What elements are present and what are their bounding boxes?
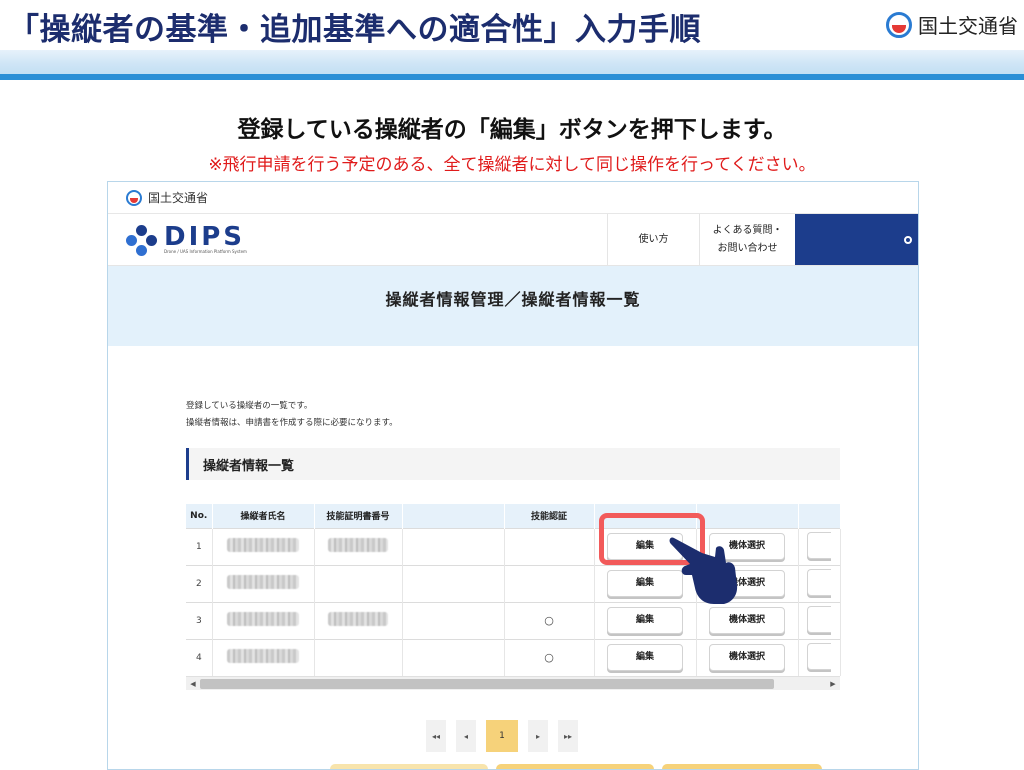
blank-cell (402, 564, 505, 602)
bottom-button-2[interactable] (496, 764, 654, 769)
col-blank (402, 504, 505, 528)
table-row: 4 ○ 編集 機体選択 (186, 638, 841, 676)
extra-cell (798, 527, 841, 565)
page-last-button[interactable]: ▸▸ (558, 720, 578, 752)
extra-cell (798, 601, 841, 639)
extra-button[interactable] (807, 605, 831, 633)
redacted-name (227, 649, 299, 664)
extra-button[interactable] (807, 531, 831, 559)
row-no: 2 (186, 564, 213, 602)
blank-cell (402, 638, 505, 676)
table-row: 1 編集 機体選択 (186, 527, 841, 565)
mlit-logo-icon (886, 11, 912, 38)
mlit-small-logo-icon (126, 189, 142, 206)
extra-cell (798, 564, 841, 602)
redacted-cert-number (328, 538, 388, 552)
scroll-right-icon[interactable]: ▶ (826, 680, 840, 688)
nav-user-menu[interactable] (795, 214, 918, 265)
header-band (0, 50, 1024, 80)
operator-name (212, 601, 315, 639)
cert-mark (504, 564, 595, 602)
cert-number (314, 564, 403, 602)
scroll-thumb[interactable] (200, 678, 774, 689)
bottom-action-buttons (330, 764, 822, 769)
dips-logo[interactable]: DIPS Drone / UAS Information Platform Sy… (108, 214, 607, 265)
slide-title: 「操縦者の基準・追加基準への適合性」入力手順 (8, 12, 701, 48)
description: 登録している操縦者の一覧です。 操縦者情報は、申請書を作成する際に必要になります… (186, 398, 918, 432)
col-no: No. (186, 504, 213, 528)
table-header-row: No. 操縦者氏名 技能証明書番号 技能認証 (186, 504, 841, 528)
pointing-hand-icon (669, 537, 738, 604)
scroll-left-icon[interactable]: ◀ (186, 680, 200, 688)
table-row: 3 ○ 編集 機体選択 (186, 601, 841, 639)
redacted-name (227, 538, 299, 552)
row-no: 1 (186, 527, 213, 565)
redacted-name (227, 612, 299, 626)
col-cert: 技能認証 (504, 504, 595, 528)
cert-number (314, 527, 403, 565)
edit-cell: 編集 (594, 601, 697, 639)
redacted-cert-number (328, 612, 388, 626)
mlit-label: 国土交通省 (918, 14, 1018, 38)
horizontal-scrollbar[interactable]: ◀ ▶ (186, 676, 840, 690)
col-name: 操縦者氏名 (212, 504, 315, 528)
page-next-button[interactable]: ▸ (528, 720, 548, 752)
extra-button[interactable] (807, 568, 831, 596)
page-prev-button[interactable]: ◂ (456, 720, 476, 752)
row-no: 3 (186, 601, 213, 639)
radio-dot-icon (904, 235, 912, 244)
operator-table: No. 操縦者氏名 技能証明書番号 技能認証 1 編集 機体選択 2 編集 機体… (186, 504, 841, 676)
nav-usage-label: 使い方 (638, 233, 669, 245)
cert-mark: ○ (504, 638, 595, 676)
redacted-name (227, 575, 299, 589)
row-no: 4 (186, 638, 213, 676)
cert-mark (504, 527, 595, 565)
navbar: DIPS Drone / UAS Information Platform Sy… (108, 214, 918, 266)
nav-faq-line2: お問い合わせ (717, 242, 778, 254)
select-cell: 機体選択 (696, 601, 799, 639)
description-line-1: 登録している操縦者の一覧です。 (186, 401, 313, 411)
app-screenshot: 国土交通省 DIPS Drone / UAS Information Platf… (107, 181, 919, 770)
col-cert-no: 技能証明書番号 (314, 504, 403, 528)
extra-cell (798, 638, 841, 676)
description-line-2: 操縦者情報は、申請書を作成する際に必要になります。 (186, 418, 398, 428)
dips-mark-icon (126, 224, 158, 256)
section-title: 操縦者情報一覧 (186, 448, 840, 480)
blank-cell (402, 601, 505, 639)
gov-bar: 国土交通省 (108, 182, 918, 214)
instruction-note: ※飛行申請を行う予定のある、全て操縦者に対して同じ操作を行ってください。 (208, 155, 816, 175)
col-extra (798, 504, 841, 528)
nav-faq[interactable]: よくある質問・ お問い合わせ (699, 214, 795, 265)
edit-button[interactable]: 編集 (607, 644, 683, 672)
cert-number (314, 601, 403, 639)
cert-number (314, 638, 403, 676)
table-row: 2 編集 機体選択 (186, 564, 841, 602)
dips-logo-text: DIPS (164, 222, 246, 252)
cert-mark: ○ (504, 601, 595, 639)
nav-usage[interactable]: 使い方 (607, 214, 699, 265)
blank-cell (402, 527, 505, 565)
select-aircraft-button[interactable]: 機体選択 (709, 644, 785, 672)
operator-name (212, 564, 315, 602)
page-current-button[interactable]: 1 (486, 720, 518, 752)
edit-cell: 編集 (594, 638, 697, 676)
select-cell: 機体選択 (696, 638, 799, 676)
edit-button[interactable]: 編集 (607, 607, 683, 634)
dips-logo-subtitle: Drone / UAS Information Platform System (164, 249, 247, 254)
pagination: ◂◂ ◂ 1 ▸ ▸▸ (175, 720, 829, 752)
main-content: 登録している操縦者の一覧です。 操縦者情報は、申請書を作成する際に必要になります… (108, 346, 918, 752)
bottom-button-3[interactable] (662, 764, 822, 769)
bottom-button-1[interactable] (330, 764, 488, 769)
nav-faq-line1: よくある質問・ (712, 224, 783, 236)
col-select (696, 504, 799, 528)
operator-name (212, 527, 315, 565)
gov-label: 国土交通省 (148, 191, 209, 205)
page-title: 操縦者情報管理／操縦者情報一覧 (108, 266, 918, 346)
page-first-button[interactable]: ◂◂ (426, 720, 446, 752)
select-aircraft-button[interactable]: 機体選択 (709, 607, 785, 634)
instruction-text: 登録している操縦者の「編集」ボタンを押下します。 (237, 117, 787, 143)
extra-button[interactable] (807, 642, 831, 670)
mlit-brand: 国土交通省 (886, 10, 1018, 39)
operator-name (212, 638, 315, 676)
